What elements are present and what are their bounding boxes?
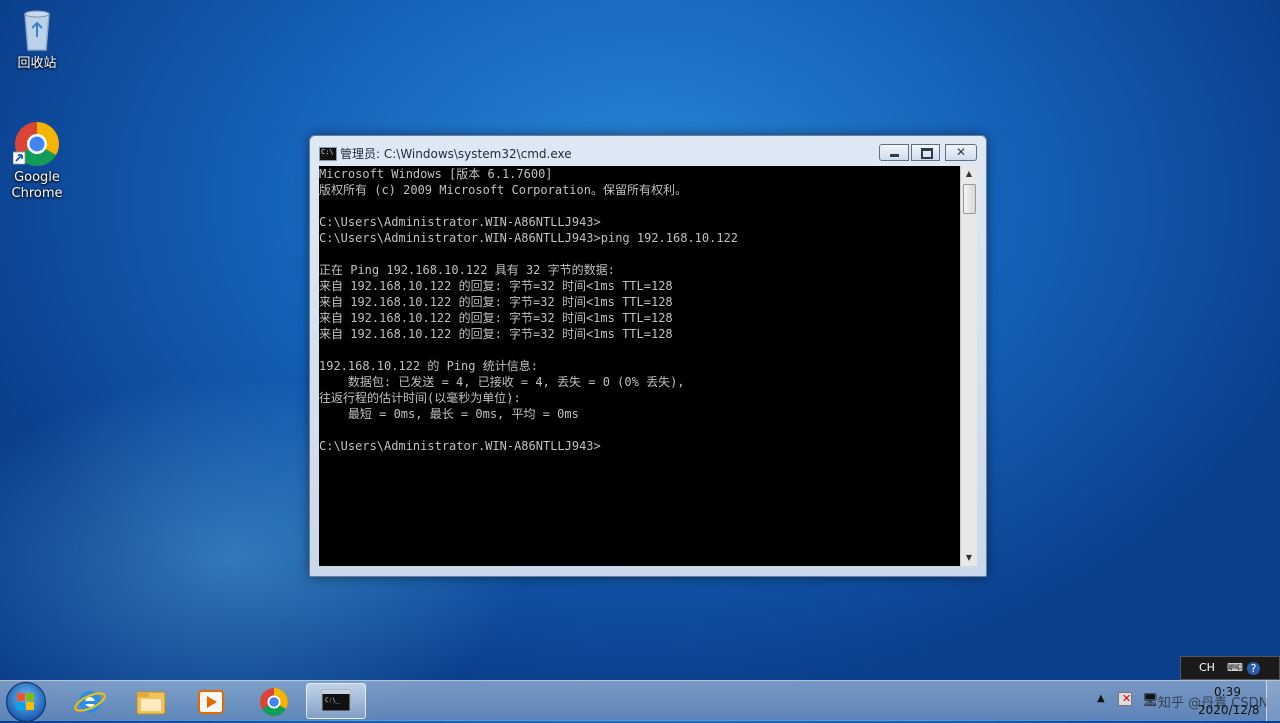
- scroll-up-arrow-icon[interactable]: ▲: [961, 166, 977, 182]
- chrome-icon: [12, 120, 61, 168]
- clock-date[interactable]: 2020/12/8: [1198, 703, 1260, 717]
- cmd-icon: C:\_: [321, 689, 351, 712]
- show-hidden-icons-arrow[interactable]: ▲: [1097, 693, 1105, 704]
- desktop-icon-google-chrome[interactable]: Google Chrome: [1, 120, 73, 202]
- action-center-icon[interactable]: ✕: [1118, 692, 1132, 706]
- taskbar-ie[interactable]: [62, 683, 118, 719]
- keyboard-icon[interactable]: ⌨: [1227, 661, 1243, 674]
- chrome-icon: [260, 688, 288, 716]
- minimize-button[interactable]: [879, 144, 909, 161]
- taskbar-media-player[interactable]: [183, 683, 239, 719]
- vertical-scrollbar[interactable]: ▲ ▼: [960, 166, 977, 566]
- window-titlebar[interactable]: C:\ 管理员: C:\Windows\system32\cmd.exe ✕: [310, 136, 986, 166]
- network-icon[interactable]: 🖥: [1142, 693, 1159, 708]
- cmd-icon: C:\: [319, 147, 337, 161]
- desktop-icon-recycle-bin[interactable]: 回收站: [1, 6, 73, 72]
- console-text: Microsoft Windows [版本 6.1.7600] 版权所有 (c)…: [319, 167, 739, 453]
- language-indicator[interactable]: CH: [1199, 661, 1215, 674]
- taskbar: C:\_ ▲ ✕ 🖥 知乎 @丹青 CSDN 0:39 2020/12/8: [0, 680, 1280, 722]
- start-button[interactable]: [6, 682, 46, 722]
- maximize-icon: [921, 148, 933, 159]
- media-player-icon: [198, 690, 224, 714]
- recycle-bin-icon: [13, 6, 61, 54]
- taskbar-explorer[interactable]: [123, 683, 179, 719]
- close-icon: ✕: [955, 145, 967, 159]
- clock-time[interactable]: 0:39: [1214, 685, 1241, 699]
- show-desktop-button[interactable]: [1266, 681, 1280, 721]
- close-button[interactable]: ✕: [945, 144, 977, 161]
- desktop-icon-label: 回收站: [17, 56, 57, 71]
- console-output[interactable]: Microsoft Windows [版本 6.1.7600] 版权所有 (c)…: [319, 166, 960, 566]
- help-icon[interactable]: ?: [1247, 662, 1260, 675]
- maximize-button[interactable]: [911, 144, 940, 161]
- svg-text:C:\_: C:\_: [325, 697, 340, 704]
- language-bar[interactable]: CH ⌨ ?: [1180, 656, 1280, 680]
- explorer-folder-icon: [136, 691, 166, 715]
- minimize-icon: [890, 154, 899, 157]
- window-title: 管理员: C:\Windows\system32\cmd.exe: [340, 147, 572, 161]
- taskbar-cmd[interactable]: C:\_: [306, 683, 366, 719]
- windows-logo-icon: [17, 693, 35, 711]
- scroll-down-arrow-icon[interactable]: ▼: [961, 550, 977, 566]
- taskbar-chrome[interactable]: [246, 683, 302, 719]
- ie-icon: [74, 691, 106, 713]
- desktop-icon-label: Google Chrome: [11, 170, 63, 201]
- scroll-thumb[interactable]: [963, 184, 976, 214]
- cmd-window[interactable]: C:\ 管理员: C:\Windows\system32\cmd.exe ✕ M…: [309, 135, 987, 577]
